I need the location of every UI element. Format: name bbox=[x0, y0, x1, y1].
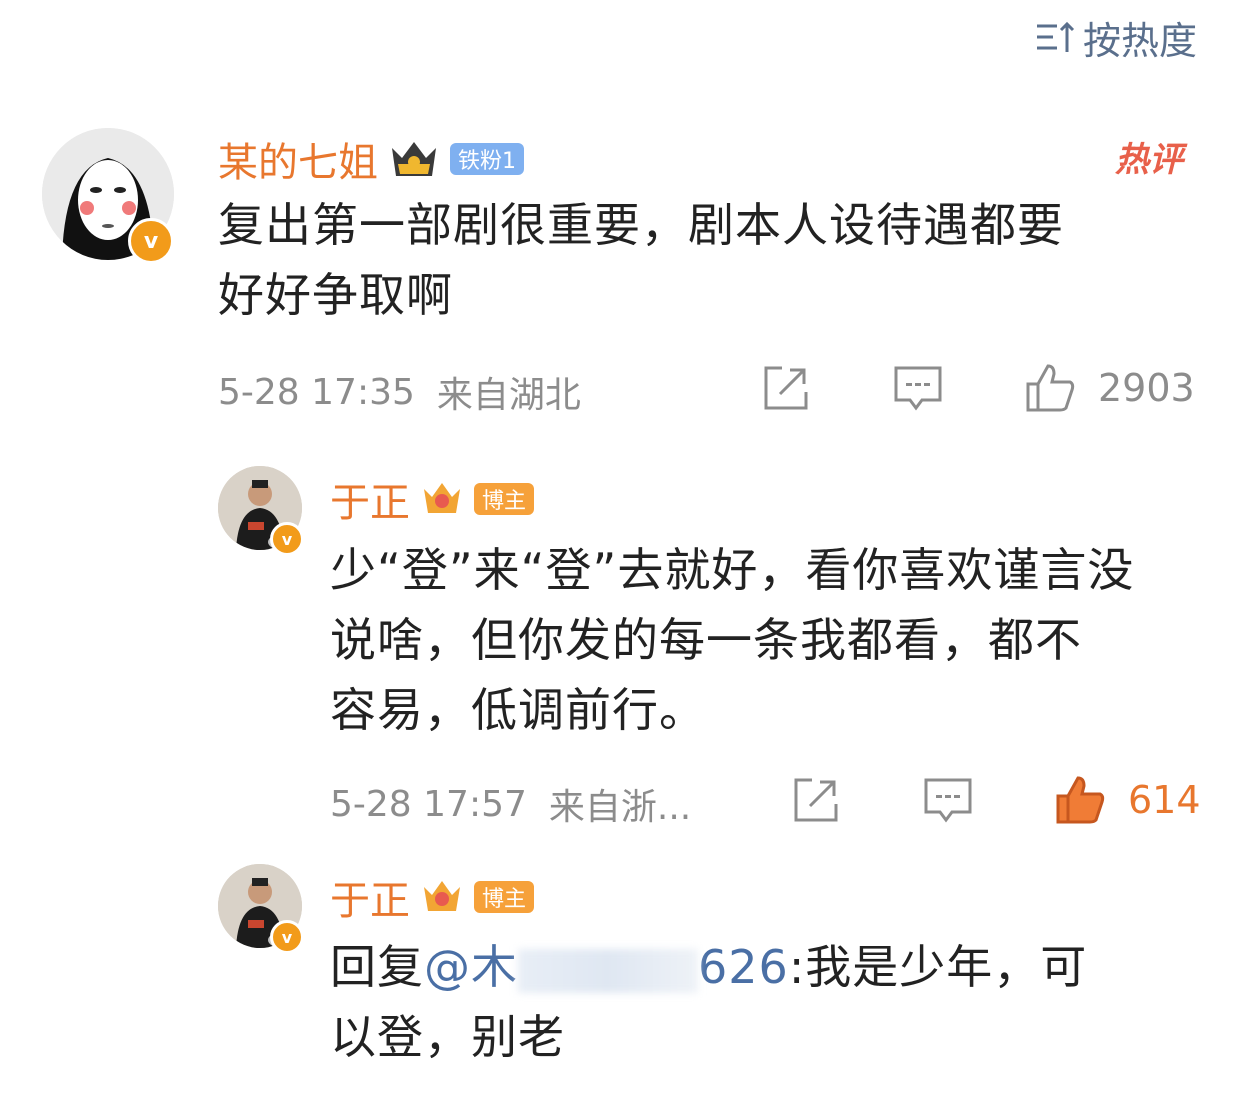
sort-label: 按热度 bbox=[1082, 19, 1197, 63]
like-icon-active[interactable] bbox=[1054, 774, 1106, 826]
crown-icon bbox=[424, 881, 460, 911]
reply-line-2: 以登，别老 bbox=[330, 1010, 565, 1064]
comment-icon[interactable] bbox=[892, 362, 944, 414]
comment-line: 好好争取啊 bbox=[218, 268, 453, 322]
comment-line: 容易，低调前行。 bbox=[330, 683, 706, 737]
sort-icon bbox=[1036, 21, 1075, 52]
mention-end: 626 bbox=[698, 940, 789, 994]
verified-badge-icon: v bbox=[270, 522, 304, 556]
timestamp: 5-28 17:57 bbox=[330, 783, 527, 825]
location: 来自湖北 bbox=[436, 375, 581, 416]
mention-link[interactable]: @木 626 bbox=[424, 940, 789, 994]
share-icon[interactable] bbox=[790, 774, 842, 826]
author-badge: 博主 bbox=[474, 881, 535, 913]
username[interactable]: 于正 bbox=[330, 868, 410, 926]
comment-text: 复出第一部剧很重要，剧本人设待遇都要 好好争取啊 bbox=[218, 190, 1198, 330]
like-count: 614 bbox=[1128, 778, 1201, 822]
like-count: 2903 bbox=[1098, 366, 1195, 410]
fan-level-badge: 铁粉1 bbox=[450, 143, 524, 175]
comment-line: 复出第一部剧很重要，剧本人设待遇都要 bbox=[218, 198, 1064, 252]
sort-by-hot-button[interactable]: 按热度 bbox=[1033, 10, 1197, 65]
reply-prefix: 回复 bbox=[330, 940, 424, 994]
hot-comment-badge: 热评 bbox=[1115, 140, 1183, 180]
reply-line: 回复@木 626:我是少年，可 bbox=[330, 932, 1200, 1002]
comment-line: 少“登”来“登”去就好，看你喜欢谨言没 bbox=[330, 543, 1135, 597]
username[interactable]: 于正 bbox=[330, 470, 410, 528]
comment-text: 回复@木 626:我是少年，可 以登，别老 bbox=[330, 932, 1200, 1072]
crown-icon bbox=[392, 142, 436, 176]
verified-badge-icon: v bbox=[270, 920, 304, 954]
username[interactable]: 某的七姐 bbox=[218, 130, 378, 188]
share-icon[interactable] bbox=[760, 362, 812, 414]
reply-text: :我是少年，可 bbox=[788, 940, 1088, 994]
crown-icon bbox=[424, 483, 460, 513]
mention-start: @木 bbox=[424, 940, 518, 994]
like-icon[interactable] bbox=[1024, 362, 1076, 414]
author-badge: 博主 bbox=[474, 483, 535, 515]
timestamp: 5-28 17:35 bbox=[218, 371, 415, 413]
blurred-username bbox=[518, 948, 698, 993]
comment-line: 说啥，但你发的每一条我都看，都不 bbox=[330, 613, 1082, 667]
comment-icon[interactable] bbox=[922, 774, 974, 826]
location: 来自浙... bbox=[548, 787, 692, 828]
comment-text: 少“登”来“登”去就好，看你喜欢谨言没 说啥，但你发的每一条我都看，都不 容易，… bbox=[330, 535, 1200, 745]
verified-badge-icon: v bbox=[128, 218, 174, 264]
